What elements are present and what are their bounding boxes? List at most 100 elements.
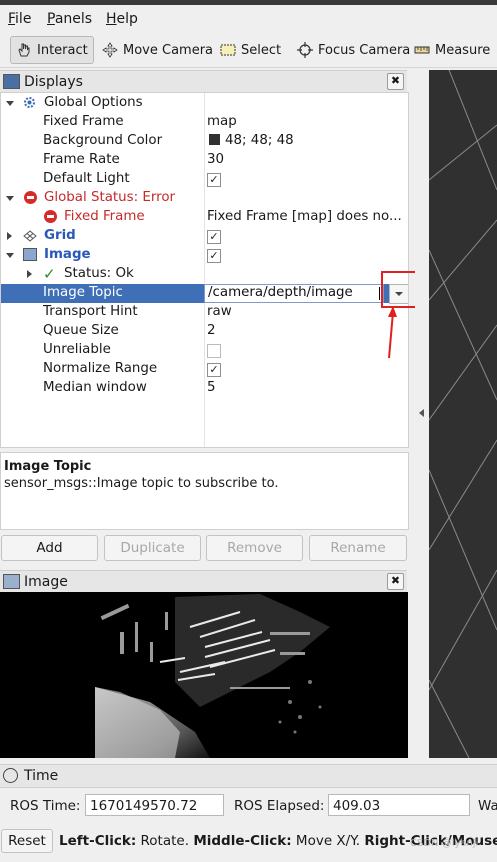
expand-arrow-icon[interactable] [6,196,14,201]
default-light-checkbox[interactable]: ✓ [207,173,221,187]
crosshair-icon [297,42,313,58]
panel-splitter[interactable] [415,70,429,758]
tree-label: Global Options [44,95,143,110]
select-tool-button[interactable]: Select [220,36,281,64]
time-panel-header: Time [0,764,497,788]
error-icon [24,191,37,204]
ros-time-field[interactable]: 1670149570.72 [85,794,224,816]
description-text: sensor_msgs::Image topic to subscribe to… [4,476,279,491]
tree-row-transport-hint[interactable]: Transport Hint raw [1,303,408,322]
image-panel-header: Image ✖ [0,570,407,594]
tree-label: Fixed Frame [43,114,124,129]
clock-icon [3,768,18,783]
rename-button[interactable]: Rename [309,535,407,561]
tree-label: Grid [44,228,76,243]
tree-label: Default Light [43,171,130,186]
tree-label: Transport Hint [43,304,138,319]
tree-row-normalize-range[interactable]: Normalize Range ✓ [1,360,408,379]
depth-image-view[interactable] [0,592,408,758]
ros-time-label: ROS Time: [10,798,81,814]
queue-size-value[interactable]: 2 [207,323,216,338]
watermark: CSDN @lyanji [410,838,479,849]
fixed-frame-error-message: Fixed Frame [map] does no... [207,209,402,224]
tree-label: Image Topic [43,285,123,300]
tree-row-status-ok[interactable]: ✓ Status: Ok [1,265,408,284]
tree-label: Background Color [43,133,163,148]
tree-row-default-light[interactable]: Default Light ✓ [1,170,408,189]
tree-label: Frame Rate [43,152,120,167]
interact-label: Interact [37,42,88,58]
tree-label: Status: Ok [64,266,134,281]
tree-label: Queue Size [43,323,119,338]
displays-panel-title: Displays [24,74,83,90]
tree-row-unreliable[interactable]: Unreliable [1,341,408,360]
collapse-arrow-icon[interactable] [27,270,32,278]
tree-row-global-status[interactable]: Global Status: Error [1,189,408,208]
hand-pointer-icon [16,42,32,58]
tree-row-frame-rate[interactable]: Frame Rate 30 [1,151,408,170]
focus-camera-tool-button[interactable]: Focus Camera [297,36,410,64]
menu-file[interactable]: File [8,11,31,27]
text-caret [379,287,380,300]
expand-arrow-icon[interactable] [6,101,14,106]
tree-row-fixed-frame[interactable]: Fixed Frame map [1,113,408,132]
interact-tool-button[interactable]: Interact [10,36,94,64]
grid-icon [23,230,37,242]
focus-camera-label: Focus Camera [318,42,411,58]
annotation-arrow-icon [388,306,397,359]
description-heading: Image Topic [4,459,92,474]
tree-row-background-color[interactable]: Background Color 48; 48; 48 [1,132,408,151]
menu-help[interactable]: Help [106,11,138,27]
median-window-value[interactable]: 5 [207,380,216,395]
select-box-icon [220,42,236,58]
frame-rate-value[interactable]: 30 [207,152,224,167]
reset-button[interactable]: Reset [1,829,53,853]
displays-tree: Global Options Fixed Frame map Backgroun… [0,92,409,448]
tree-label: Fixed Frame [64,209,145,224]
fixed-frame-value[interactable]: map [207,114,237,129]
duplicate-button[interactable]: Duplicate [104,535,201,561]
ros-elapsed-field[interactable]: 409.03 [328,794,470,816]
tree-label: Unreliable [43,342,111,357]
collapse-arrow-icon[interactable] [7,232,12,240]
render-3d-view[interactable] [429,70,497,758]
collapse-left-icon[interactable] [419,409,424,417]
tree-row-grid[interactable]: Grid ✓ [1,227,408,246]
tree-row-fixed-frame-error[interactable]: Fixed Frame Fixed Frame [map] does no... [1,208,408,227]
grid-enabled-checkbox[interactable]: ✓ [207,230,221,244]
background-color-value[interactable]: 48; 48; 48 [209,133,294,148]
menu-bar: File Panels Help [0,5,497,33]
image-panel-title: Image [24,574,68,590]
displays-panel-header: Displays ✖ [0,70,407,94]
image-topic-input[interactable]: /camera/depth/image [204,284,384,303]
gear-icon [23,96,36,109]
normalize-range-checkbox[interactable]: ✓ [207,363,221,377]
move-camera-tool-button[interactable]: Move Camera [102,36,213,64]
tree-row-median-window[interactable]: Median window 5 [1,379,408,398]
expand-arrow-icon[interactable] [6,253,14,258]
ruler-icon [414,42,430,58]
measure-tool-button[interactable]: Measure [414,36,490,64]
tree-label: Image [44,247,91,262]
tree-row-global-options[interactable]: Global Options [1,94,408,113]
image-enabled-checkbox[interactable]: ✓ [207,249,221,263]
error-icon [44,210,57,223]
tree-row-image[interactable]: Image ✓ [1,246,408,265]
unreliable-checkbox[interactable] [207,344,221,358]
tree-row-queue-size[interactable]: Queue Size 2 [1,322,408,341]
wall-time-label: Wa [478,798,497,814]
image-panel-close-button[interactable]: ✖ [387,573,404,590]
transport-hint-value[interactable]: raw [207,304,232,319]
tree-row-image-topic[interactable]: Image Topic /camera/depth/image [1,284,408,304]
remove-button[interactable]: Remove [206,535,303,561]
displays-close-button[interactable]: ✖ [387,73,404,90]
time-panel-title: Time [24,768,59,784]
ros-elapsed-label: ROS Elapsed: [234,798,325,814]
monitor-icon [3,74,20,89]
add-button[interactable]: Add [1,535,98,561]
move-camera-icon [102,42,118,58]
tree-label: Global Status: Error [44,190,176,205]
move-camera-label: Move Camera [123,42,214,58]
menu-panels[interactable]: Panels [47,11,92,27]
tree-label: Normalize Range [43,361,158,376]
